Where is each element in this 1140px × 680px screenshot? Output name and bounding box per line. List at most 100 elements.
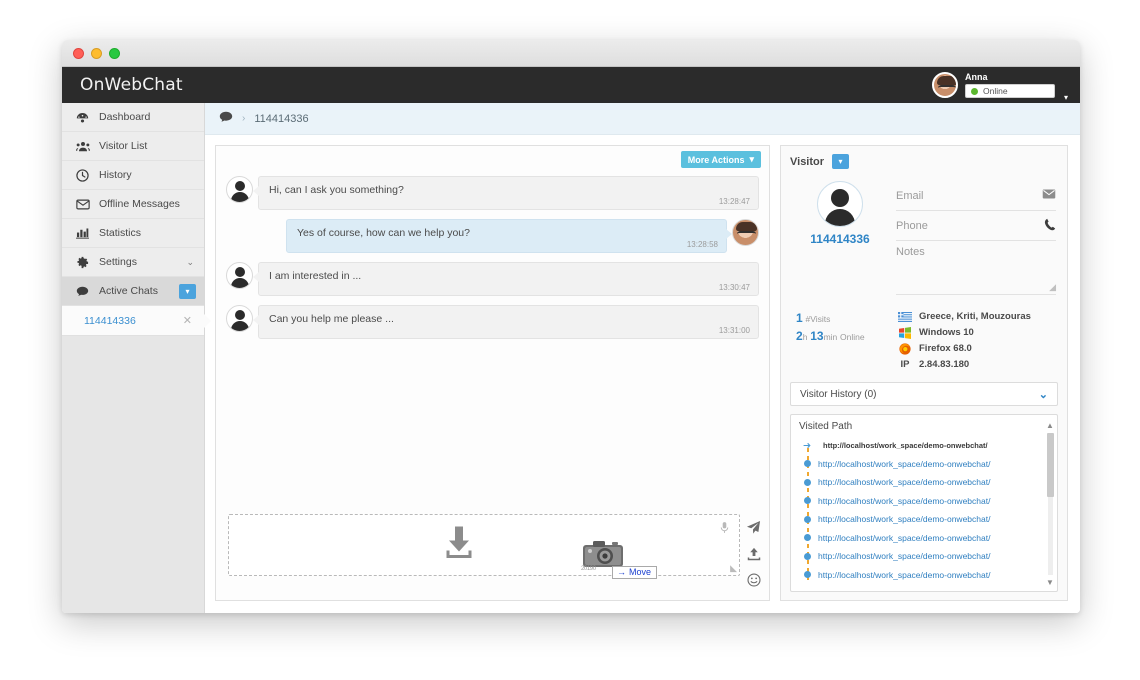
chevron-down-icon: ⌄ — [1039, 388, 1048, 401]
list-item[interactable]: http://localhost/work_space/demo-onwebch… — [803, 492, 1049, 511]
list-item[interactable]: http://localhost/work_space/demo-onwebch… — [803, 455, 1049, 474]
message-bubble: Hi, can I ask you something? 13:28:47 — [258, 176, 759, 210]
os-line: Windows 10 — [898, 327, 1031, 338]
visitor-avatar — [226, 176, 253, 203]
upload-icon[interactable] — [747, 547, 761, 566]
visitor-environment: Greece, Kriti, Mouzouras Windows 10 — [898, 311, 1031, 370]
visitor-summary: 114414336 Email Phone — [790, 177, 1058, 295]
maximize-window-button[interactable] — [109, 48, 120, 59]
message-row: Yes of course, how can we help you? 13:2… — [226, 219, 759, 253]
browser-line: Firefox 68.0 — [898, 343, 1031, 354]
sidebar-item-history[interactable]: History — [62, 161, 204, 190]
close-window-button[interactable] — [73, 48, 84, 59]
message-bubble: Can you help me please ... 13:31:00 — [258, 305, 759, 339]
breadcrumb: › 114414336 — [205, 103, 1080, 135]
visited-url: http://localhost/work_space/demo-onwebch… — [818, 496, 990, 506]
message-timestamp: 13:28:47 — [719, 197, 750, 206]
sidebar-item-dashboard[interactable]: Dashboard — [62, 103, 204, 132]
resize-handle[interactable]: ◢ — [1049, 282, 1056, 293]
status-select[interactable]: Online — [965, 84, 1055, 98]
visits-counter: 1 #Visits — [796, 311, 880, 325]
clock-icon — [75, 169, 90, 182]
email-field[interactable]: Email — [896, 181, 1056, 211]
message-text: Can you help me please ... — [269, 313, 394, 325]
bullet-icon — [803, 516, 811, 523]
list-item[interactable]: http://localhost/work_space/demo-onwebch… — [803, 529, 1049, 548]
resize-handle[interactable]: ◣ — [730, 563, 737, 574]
scrollbar-thumb[interactable] — [1047, 433, 1054, 497]
sidebar-item-statistics[interactable]: Statistics — [62, 219, 204, 248]
message-timestamp: 13:30:47 — [719, 283, 750, 292]
message-input-dropzone[interactable]: 20190 → Move ◣ — [228, 514, 740, 576]
phone-icon — [1044, 218, 1056, 234]
list-item[interactable]: http://localhost/work_space/demo-onwebch… — [803, 473, 1049, 492]
visitor-panel-header: Visitor ▾ — [790, 154, 1058, 169]
user-account-area: Anna Online ▾ — [932, 67, 1068, 103]
windows-icon — [898, 327, 912, 338]
list-item[interactable]: http://localhost/work_space/demo-onwebch… — [803, 547, 1049, 566]
composer: 20190 → Move ◣ — [216, 508, 769, 600]
phone-field[interactable]: Phone — [896, 211, 1056, 241]
list-item[interactable]: http://localhost/work_space/demo-onwebch… — [803, 510, 1049, 529]
visitor-id: 114414336 — [810, 232, 869, 246]
visited-path-panel: Visited Path http://localhost/work_space… — [790, 414, 1058, 592]
visited-url: http://localhost/work_space/demo-onwebch… — [818, 459, 990, 469]
list-item[interactable]: http://localhost/work_space/demo-onwebch… — [803, 566, 1049, 585]
visited-url: http://localhost/work_space/demo-onwebch… — [818, 477, 990, 487]
visitor-avatar — [226, 305, 253, 332]
scroll-down-icon[interactable]: ▼ — [1046, 578, 1054, 587]
visitor-stats: 1 #Visits 2h 13min Online — [790, 303, 1058, 370]
sidebar: Dashboard Visitor List History — [62, 103, 205, 613]
visited-path-list[interactable]: http://localhost/work_space/demo-onwebch… — [799, 436, 1049, 584]
emoji-icon[interactable] — [747, 573, 761, 592]
visitor-history-toggle[interactable]: Visitor History (0) ⌄ — [790, 382, 1058, 406]
active-chats-toggle[interactable]: ▾ — [179, 284, 196, 299]
breadcrumb-separator: › — [242, 113, 245, 124]
drag-move-label: Move — [629, 567, 651, 577]
gear-icon — [75, 256, 90, 269]
visitor-avatar — [226, 262, 253, 289]
send-icon[interactable] — [746, 520, 761, 540]
message-text: Yes of course, how can we help you? — [297, 227, 470, 239]
minimize-window-button[interactable] — [91, 48, 102, 59]
message-list[interactable]: Hi, can I ask you something? 13:28:47 Ye… — [216, 176, 769, 508]
sidebar-item-visitor-list[interactable]: Visitor List — [62, 132, 204, 161]
microphone-icon[interactable] — [720, 521, 729, 539]
ip-label: IP — [898, 359, 912, 370]
workspace: More Actions ▾ Hi, can I ask you somethi… — [205, 135, 1080, 613]
chevron-down-icon: ▾ — [749, 154, 754, 165]
notes-field-label: Notes — [896, 246, 925, 258]
sidebar-chat-tab-114414336[interactable]: 114414336 ✕ — [62, 306, 204, 336]
visited-path-title: Visited Path — [799, 421, 1049, 432]
visitor-panel-title: Visitor — [790, 156, 824, 168]
online-minutes-unit: min — [824, 332, 838, 342]
notes-field[interactable]: Notes — [896, 241, 1056, 269]
sidebar-item-label: Active Chats — [99, 285, 158, 297]
chevron-down-icon[interactable]: ▾ — [1064, 93, 1068, 102]
agent-avatar — [732, 219, 759, 246]
visitor-avatar — [817, 181, 863, 227]
close-icon[interactable]: ✕ — [183, 314, 192, 327]
avatar[interactable] — [932, 72, 958, 98]
bullet-icon — [803, 534, 811, 541]
email-field-label: Email — [896, 190, 924, 202]
visitor-history-label: Visitor History (0) — [800, 389, 877, 400]
sidebar-item-label: Settings — [99, 256, 137, 268]
sidebar-item-active-chats[interactable]: Active Chats ▾ — [62, 277, 204, 306]
notes-textarea[interactable]: ◢ — [896, 269, 1056, 295]
message-bubble: I am interested in ... 13:30:47 — [258, 262, 759, 296]
visitor-panel-toggle[interactable]: ▾ — [832, 154, 849, 169]
app-body: Dashboard Visitor List History — [62, 103, 1080, 613]
dashboard-icon — [75, 112, 90, 123]
list-item[interactable]: http://localhost/work_space/demo-onwebch… — [803, 436, 1049, 455]
brand-logo[interactable]: OnWebChat — [62, 75, 183, 95]
scroll-up-icon[interactable]: ▲ — [1046, 421, 1054, 430]
visited-path-scrollbar[interactable]: ▲ ▼ — [1046, 421, 1054, 587]
more-actions-button[interactable]: More Actions ▾ — [681, 151, 761, 168]
message-row: Can you help me please ... 13:31:00 — [226, 305, 759, 339]
sidebar-item-offline-messages[interactable]: Offline Messages — [62, 190, 204, 219]
sidebar-item-label: History — [99, 169, 132, 181]
sidebar-item-settings[interactable]: Settings ⌄ — [62, 248, 204, 277]
online-minutes: 13 — [810, 329, 823, 343]
sidebar-filler — [62, 336, 204, 613]
